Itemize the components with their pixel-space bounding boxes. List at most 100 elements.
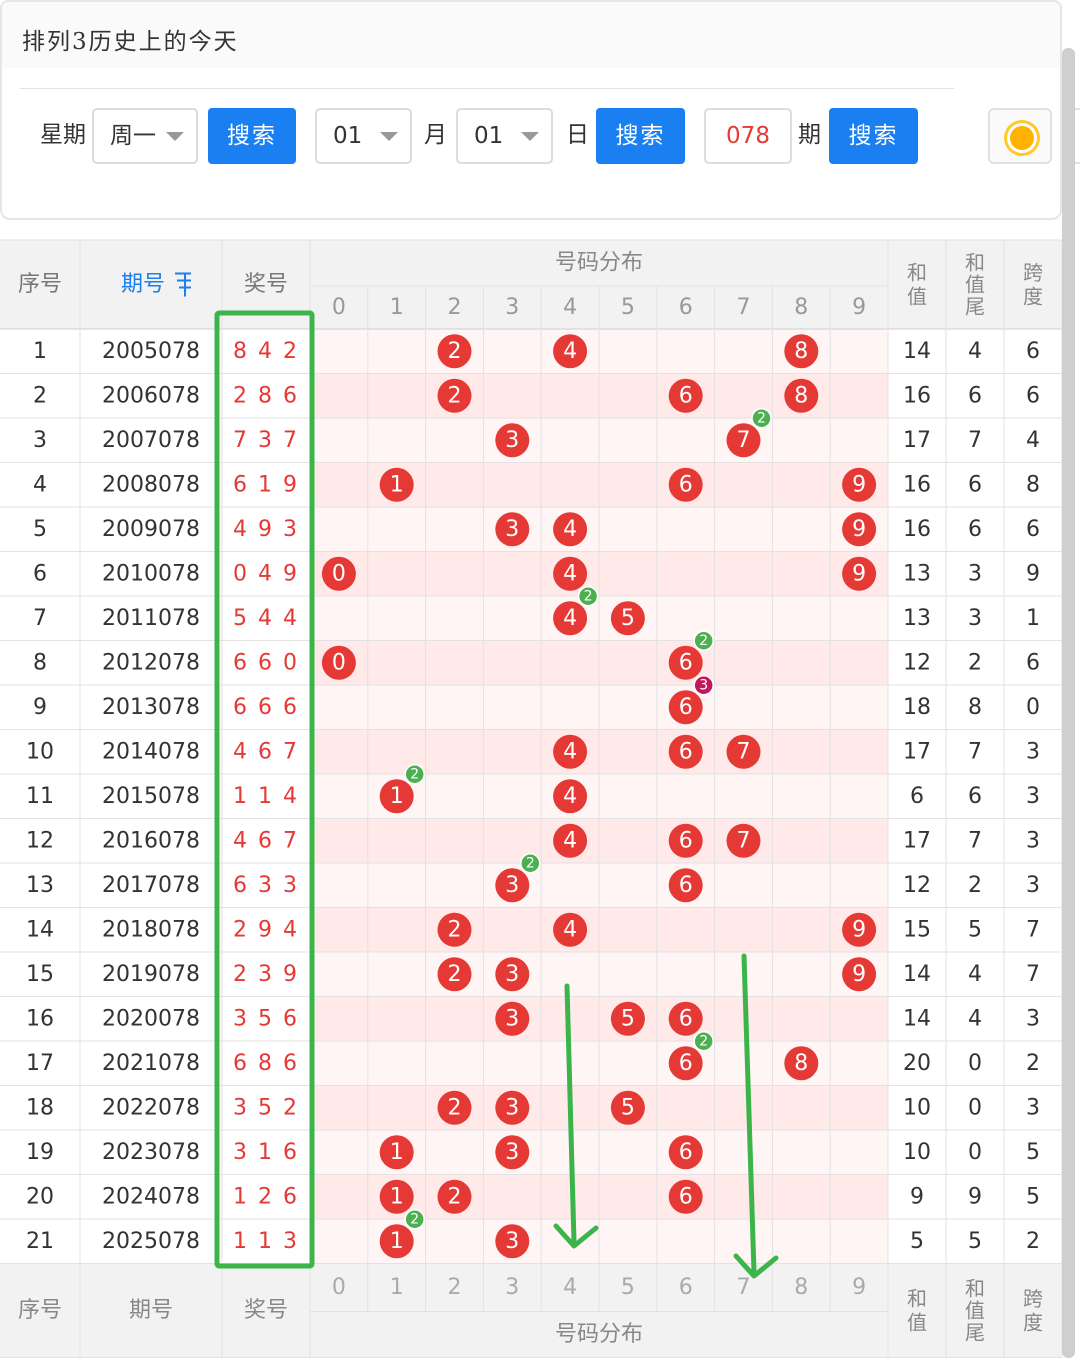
row-span: 2: [1026, 1229, 1040, 1254]
footer-digit: 9: [852, 1275, 866, 1300]
row-sum-tail: 4: [968, 339, 982, 364]
number-ball-label: 1: [390, 1229, 404, 1254]
header-sum: 和: [907, 261, 927, 285]
row-issue: 2009078: [102, 517, 200, 542]
row-span: 3: [1026, 1095, 1040, 1120]
row-span: 6: [1026, 339, 1040, 364]
row-seq: 11: [26, 784, 54, 809]
number-ball-label: 6: [679, 1006, 693, 1031]
row-sum: 16: [903, 383, 931, 408]
row-seq: 12: [26, 828, 54, 853]
number-ball-label: 6: [679, 1184, 693, 1209]
repeat-count-label: 2: [526, 855, 535, 871]
row-sum: 14: [903, 339, 931, 364]
number-ball-label: 6: [679, 739, 693, 764]
row-sum: 10: [903, 1140, 931, 1165]
footer-digit: 0: [332, 1275, 346, 1300]
row-seq: 14: [26, 917, 54, 942]
repeat-count-label: 3: [699, 677, 708, 693]
repeat-count-label: 2: [410, 766, 419, 782]
row-prize: 6 6 6: [233, 695, 299, 720]
row-issue: 2012078: [102, 650, 200, 675]
header-digit: 8: [794, 295, 808, 320]
row-prize: 1 1 3: [233, 1229, 299, 1254]
number-ball-label: 6: [679, 695, 693, 720]
row-issue: 2021078: [102, 1051, 200, 1076]
number-ball-label: 5: [621, 606, 635, 631]
number-ball-label: 1: [390, 1184, 404, 1209]
row-sum-tail: 7: [968, 828, 982, 853]
row-sum: 17: [903, 739, 931, 764]
number-ball-label: 9: [852, 561, 866, 586]
footer-digit: 4: [563, 1275, 577, 1300]
row-seq: 18: [26, 1095, 54, 1120]
row-issue: 2011078: [102, 606, 200, 631]
number-ball-label: 1: [390, 472, 404, 497]
row-issue: 2016078: [102, 828, 200, 853]
number-ball-label: 6: [679, 873, 693, 898]
footer-span: 跨: [1023, 1287, 1043, 1311]
footer-sum: 值: [907, 1311, 927, 1335]
header-digit: 5: [621, 295, 635, 320]
number-ball-label: 6: [679, 1051, 693, 1076]
number-ball-label: 3: [505, 1140, 519, 1165]
footer-sum-tail: 值: [965, 1299, 985, 1323]
row-prize: 4 6 7: [233, 739, 299, 764]
row-sum-tail: 0: [968, 1095, 982, 1120]
row-seq: 19: [26, 1140, 54, 1165]
row-sum: 15: [903, 917, 931, 942]
row-issue: 2025078: [102, 1229, 200, 1254]
number-ball-label: 3: [505, 1229, 519, 1254]
row-prize: 5 4 4: [233, 606, 299, 631]
row-seq: 15: [26, 962, 54, 987]
row-seq: 13: [26, 873, 54, 898]
number-ball-label: 6: [679, 1140, 693, 1165]
number-ball-label: 2: [448, 339, 462, 364]
row-sum-tail: 9: [968, 1184, 982, 1209]
number-ball-label: 9: [852, 962, 866, 987]
number-ball-label: 2: [448, 962, 462, 987]
row-prize: 0 4 9: [233, 561, 299, 586]
row-prize: 6 6 0: [233, 650, 299, 675]
row-span: 9: [1026, 561, 1040, 586]
row-seq: 2: [33, 383, 47, 408]
row-sum-tail: 2: [968, 873, 982, 898]
header-digit: 7: [737, 295, 751, 320]
footer-span: 度: [1023, 1311, 1043, 1335]
number-ball-label: 7: [737, 428, 751, 453]
row-sum: 10: [903, 1095, 931, 1120]
row-sum: 14: [903, 1006, 931, 1031]
number-ball-label: 2: [448, 917, 462, 942]
number-ball-label: 9: [852, 472, 866, 497]
scrollbar[interactable]: [1062, 48, 1075, 1358]
row-issue: 2017078: [102, 873, 200, 898]
number-ball-label: 8: [794, 383, 808, 408]
app-root: { "page": {"title": "排列3历史上的今天"}, "filte…: [0, 0, 1080, 1370]
repeat-count-label: 2: [699, 1033, 708, 1049]
header-digit: 6: [679, 295, 693, 320]
row-prize: 3 5 6: [233, 1006, 299, 1031]
footer-digit: 6: [679, 1275, 693, 1300]
row-sum-tail: 4: [968, 962, 982, 987]
row-seq: 3: [33, 428, 47, 453]
row-issue: 2008078: [102, 472, 200, 497]
row-sum: 13: [903, 561, 931, 586]
row-span: 6: [1026, 650, 1040, 675]
row-prize: 1 2 6: [233, 1184, 299, 1209]
header-prize: 奖号: [244, 272, 288, 297]
row-sum-tail: 6: [968, 472, 982, 497]
row-seq: 17: [26, 1051, 54, 1076]
row-span: 7: [1026, 962, 1040, 987]
row-prize: 1 1 4: [233, 784, 299, 809]
row-prize: 2 9 4: [233, 917, 299, 942]
history-table: 序号 期号 奖号号码分布0 1 2 3 4 5 6 7 8 9和值和值尾跨度1 2005078 8 4 2…: [0, 239, 1062, 1358]
number-ball-label: 7: [737, 828, 751, 853]
row-seq: 7: [33, 606, 47, 631]
number-ball-label: 9: [852, 517, 866, 542]
header-distribution: 号码分布: [555, 251, 643, 276]
row-issue: 2005078: [102, 339, 200, 364]
row-prize: 2 3 9: [233, 962, 299, 987]
row-sum-tail: 6: [968, 784, 982, 809]
number-ball-label: 3: [505, 873, 519, 898]
footer-digit: 7: [737, 1275, 751, 1300]
